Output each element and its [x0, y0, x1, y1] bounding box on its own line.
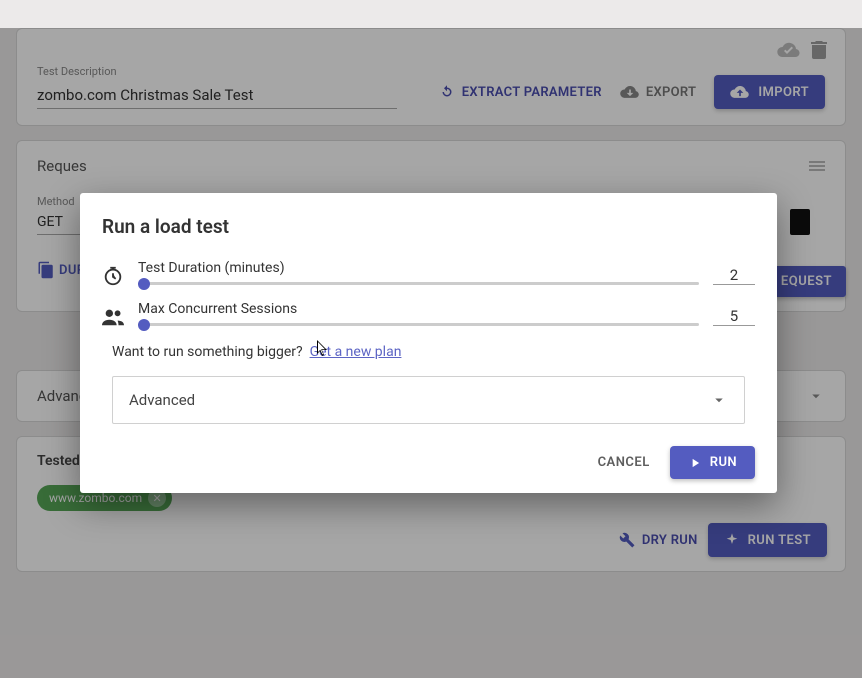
- plan-line: Want to run something bigger? Get a new …: [112, 344, 755, 360]
- run-load-test-dialog: Run a load test Test Duration (minutes) …: [80, 193, 777, 493]
- sessions-slider[interactable]: [138, 323, 699, 326]
- get-new-plan-link[interactable]: Get a new plan: [310, 344, 402, 360]
- advanced-expand-label: Advanced: [129, 391, 195, 409]
- clock-icon: [102, 265, 124, 287]
- dialog-title: Run a load test: [102, 215, 755, 238]
- chevron-down-icon: [710, 391, 728, 409]
- play-icon: [688, 456, 702, 470]
- run-button[interactable]: RUN: [670, 446, 755, 479]
- sessions-value-input[interactable]: [713, 307, 755, 326]
- duration-label: Test Duration (minutes): [138, 260, 699, 276]
- people-icon: [102, 308, 124, 326]
- duration-row: Test Duration (minutes): [102, 260, 755, 291]
- sessions-label: Max Concurrent Sessions: [138, 301, 699, 317]
- run-button-label: RUN: [710, 455, 737, 470]
- duration-value-input[interactable]: [713, 266, 755, 285]
- cancel-button[interactable]: CANCEL: [592, 447, 656, 478]
- advanced-expand[interactable]: Advanced: [112, 376, 745, 424]
- sessions-row: Max Concurrent Sessions: [102, 301, 755, 332]
- duration-slider[interactable]: [138, 282, 699, 285]
